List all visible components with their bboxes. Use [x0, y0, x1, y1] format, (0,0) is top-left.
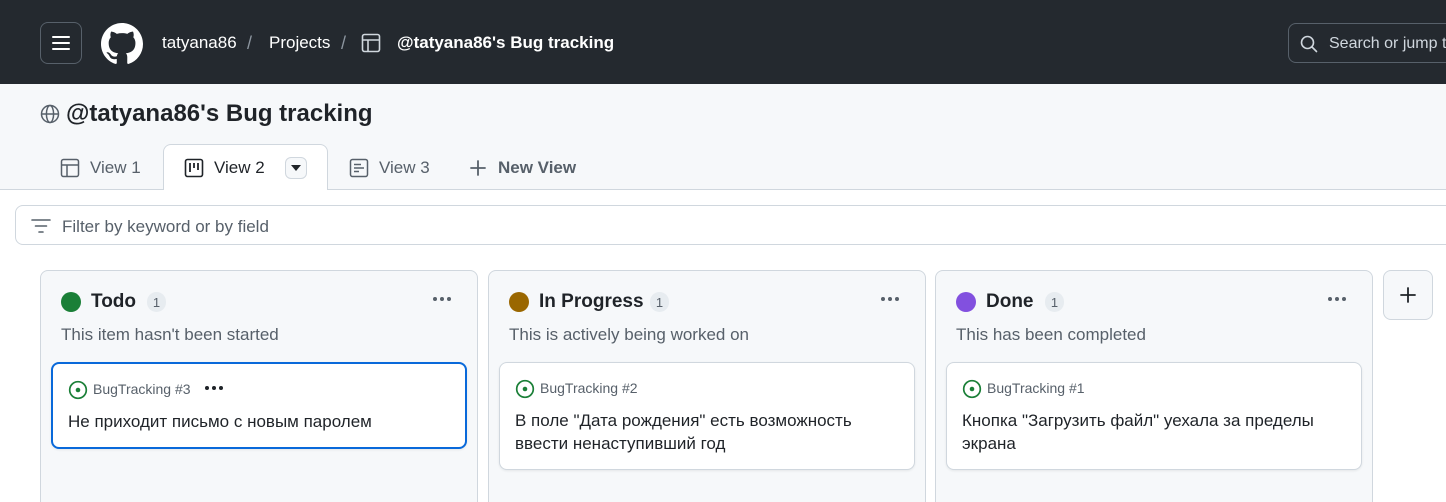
kebab-dot: [895, 297, 899, 301]
tab-view-1[interactable]: View 1: [60, 145, 141, 190]
kebab-dot: [881, 297, 885, 301]
project-table-icon: [361, 33, 381, 53]
kebab-dot: [205, 386, 209, 390]
tab-view-3[interactable]: View 3: [349, 145, 430, 190]
column-description: This is actively being worked on: [509, 325, 750, 344]
github-logo-icon[interactable]: [101, 23, 143, 65]
card-title[interactable]: Кнопка "Загрузить файл" уехала за предел…: [962, 409, 1352, 455]
issue-opened-icon: [962, 379, 982, 399]
kebab-dot: [440, 297, 444, 301]
table-icon: [60, 158, 80, 177]
card-reference[interactable]: BugTracking #2: [540, 380, 638, 396]
view-options-button[interactable]: [284, 156, 307, 179]
project-header: @tatyana86's Bug tracking View 1 View 2: [0, 84, 1446, 190]
kebab-dot: [1342, 297, 1346, 301]
status-dot: [61, 292, 81, 312]
tab-label: View 3: [379, 157, 430, 177]
breadcrumb-projects-link[interactable]: Projects: [269, 33, 330, 53]
column-title: Done: [986, 291, 1034, 312]
roadmap-icon: [349, 158, 369, 177]
status-dot: [509, 292, 529, 312]
new-view-label: New View: [498, 157, 577, 177]
filter-input[interactable]: Filter by keyword or by field: [15, 205, 1446, 245]
column-title: In Progress: [539, 291, 644, 312]
status-dot: [956, 292, 976, 312]
kebab-dot: [212, 386, 216, 390]
kebab-dot: [1328, 297, 1332, 301]
tab-label: View 1: [90, 157, 141, 177]
board-icon: [184, 158, 204, 177]
search-icon: [1300, 35, 1318, 53]
card-title[interactable]: В поле "Дата рождения" есть возможность …: [515, 409, 905, 455]
plus-icon: [470, 159, 486, 176]
kebab-dot: [433, 297, 437, 301]
column-description: This has been completed: [956, 325, 1146, 344]
card-reference[interactable]: BugTracking #3: [93, 381, 191, 397]
breadcrumb-separator: /: [247, 33, 253, 53]
kebab-dot: [447, 297, 451, 301]
search-input[interactable]: Search or jump to...: [1288, 23, 1446, 63]
filter-icon: [31, 219, 51, 233]
board-card[interactable]: BugTracking #2 В поле "Дата рождения" ес…: [499, 362, 915, 470]
tab-label: View 2: [214, 157, 265, 177]
hamburger-icon: [52, 36, 70, 50]
board-column-in-progress: In Progress 1 This is actively being wor…: [488, 270, 926, 502]
issue-opened-icon: [515, 379, 535, 399]
column-options-button[interactable]: [429, 288, 455, 310]
kebab-dot: [888, 297, 892, 301]
tab-view-2[interactable]: View 2: [163, 144, 328, 190]
column-options-button[interactable]: [1324, 288, 1350, 310]
new-view-button[interactable]: New View: [468, 145, 576, 190]
add-column-button[interactable]: [1383, 270, 1433, 320]
card-title[interactable]: Не приходит письмо с новым паролем: [68, 410, 458, 433]
globe-icon: [40, 104, 60, 124]
column-options-button[interactable]: [877, 288, 903, 310]
filter-placeholder: Filter by keyword or by field: [62, 217, 269, 236]
kebab-dot: [1335, 297, 1339, 301]
page-title: @tatyana86's Bug tracking: [66, 100, 373, 127]
item-count-badge: 1: [147, 292, 166, 312]
global-header: tatyana86 / Projects / @tatyana86's Bug …: [0, 0, 1446, 84]
card-reference[interactable]: BugTracking #1: [987, 380, 1085, 396]
column-title: Todo: [91, 291, 137, 312]
plus-icon: [1400, 287, 1416, 303]
breadcrumb-project-link[interactable]: @tatyana86's Bug tracking: [397, 33, 614, 53]
item-count-badge: 1: [650, 292, 669, 312]
search-placeholder: Search or jump to...: [1329, 35, 1446, 52]
board-card[interactable]: BugTracking #3 Не приходит письмо с новы…: [51, 362, 467, 449]
menu-button[interactable]: [40, 22, 82, 64]
board-column-todo: Todo 1 This item hasn't been started Bug…: [40, 270, 478, 502]
card-options-button[interactable]: [205, 386, 223, 390]
issue-opened-icon: [68, 380, 88, 400]
board-card[interactable]: BugTracking #1 Кнопка "Загрузить файл" у…: [946, 362, 1362, 470]
triangle-down-icon: [290, 164, 301, 171]
column-description: This item hasn't been started: [61, 325, 279, 344]
item-count-badge: 1: [1045, 292, 1064, 312]
board-column-done: Done 1 This has been completed BugTracki…: [935, 270, 1373, 502]
breadcrumb-owner-link[interactable]: tatyana86: [162, 33, 237, 53]
kebab-dot: [219, 386, 223, 390]
breadcrumb-separator: /: [341, 33, 347, 53]
